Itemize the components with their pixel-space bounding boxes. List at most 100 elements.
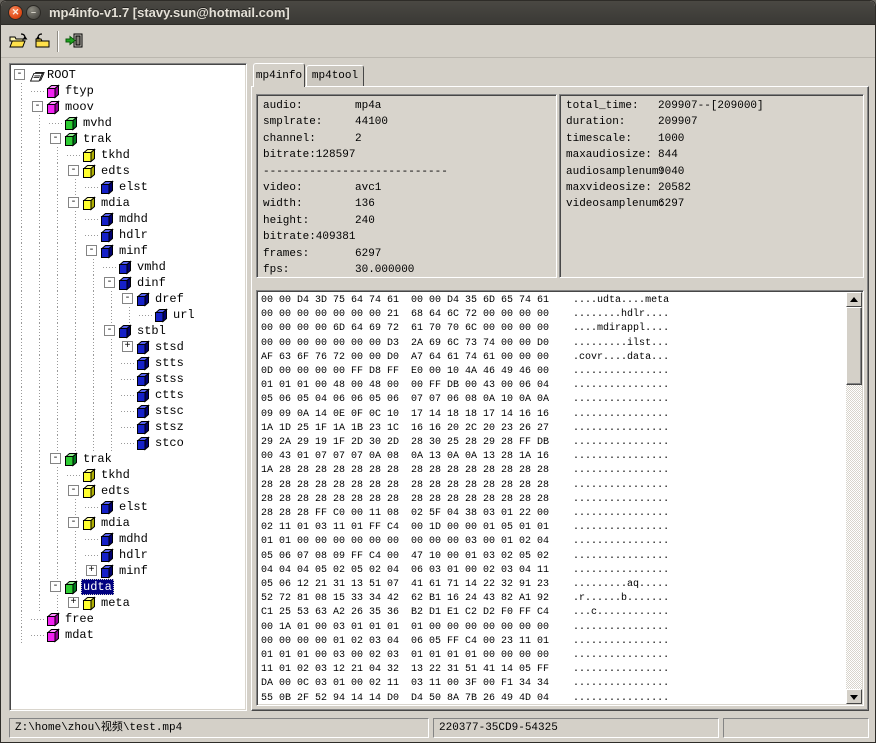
tree-item-ftyp[interactable]: ftyp — [13, 83, 246, 99]
tree-item-ctts[interactable]: ctts — [13, 387, 246, 403]
tree-item-tkhd[interactable]: tkhd — [13, 467, 246, 483]
collapse-icon[interactable]: - — [32, 101, 43, 112]
exit-button[interactable] — [63, 30, 87, 54]
hex-scrollbar[interactable] — [846, 292, 862, 704]
tree-guide-line — [31, 547, 49, 563]
tree-item-mvhd[interactable]: mvhd — [13, 115, 246, 131]
close-button[interactable]: ✕ — [8, 5, 23, 20]
tree-item-mdia[interactable]: -mdia — [13, 195, 246, 211]
tree-connector — [121, 403, 136, 419]
hex-row: 52 72 81 08 15 33 34 42 62 B1 16 24 43 8… — [261, 592, 843, 606]
tree-item-mdhd[interactable]: mdhd — [13, 531, 246, 547]
blue-box-icon — [118, 276, 135, 291]
tree-guide-line — [49, 531, 67, 547]
info-value: 6297 — [658, 196, 684, 212]
collapse-icon[interactable]: - — [68, 485, 79, 496]
tree-guide-line — [13, 451, 31, 467]
minimize-button[interactable]: – — [26, 5, 41, 20]
tree-guide-line — [103, 291, 121, 307]
tree-item-stts[interactable]: stts — [13, 355, 246, 371]
collapse-icon[interactable]: - — [104, 277, 115, 288]
collapse-icon[interactable]: - — [50, 133, 61, 144]
stream-info-row: bitrate:128597 — [263, 147, 550, 163]
tree-guide-line — [31, 275, 49, 291]
tree-item-elst[interactable]: elst — [13, 499, 246, 515]
blue-box-icon — [136, 388, 153, 403]
tree-guide-line — [31, 227, 49, 243]
collapse-icon[interactable]: - — [68, 197, 79, 208]
tree-item-ROOT[interactable]: - ROOT — [13, 67, 246, 83]
hex-row: 09 09 0A 14 0E 0F 0C 10 17 14 18 18 17 1… — [261, 408, 843, 422]
tree-item-label: mdhd — [117, 211, 150, 227]
tree-item-label: stco — [153, 435, 186, 451]
expand-icon[interactable]: + — [68, 597, 79, 608]
collapse-icon[interactable]: - — [50, 581, 61, 592]
open-file-button[interactable] — [7, 30, 31, 54]
tree-item-stbl[interactable]: -stbl — [13, 323, 246, 339]
hex-row: DA 00 0C 03 01 00 02 11 03 11 00 3F 00 F… — [261, 677, 843, 691]
tree-item-stsc[interactable]: stsc — [13, 403, 246, 419]
exit-door-icon — [65, 32, 85, 50]
scroll-up-button[interactable] — [846, 292, 862, 307]
tree-item-stss[interactable]: stss — [13, 371, 246, 387]
tree-item-label: ROOT — [45, 67, 78, 83]
scroll-down-button[interactable] — [846, 689, 862, 704]
expand-icon[interactable]: + — [86, 565, 97, 576]
tree-guide-line — [13, 339, 31, 355]
tree-item-mdat[interactable]: mdat — [13, 627, 246, 643]
tree-guide-line — [13, 243, 31, 259]
tree-item-udta[interactable]: -udta — [13, 579, 246, 595]
title-bar: ✕ – mp4info-v1.7 [stavy.sun@hotmail.com] — [1, 1, 875, 25]
tree-item-stco[interactable]: stco — [13, 435, 246, 451]
tree-item-stsz[interactable]: stsz — [13, 419, 246, 435]
tree-item-hdlr[interactable]: hdlr — [13, 547, 246, 563]
blue-box-icon — [100, 244, 117, 259]
scroll-up-icon — [850, 297, 858, 302]
collapse-icon[interactable]: - — [68, 165, 79, 176]
tree-item-minf[interactable]: -minf — [13, 243, 246, 259]
info-label: smplrate: — [263, 116, 322, 128]
stream-info-row: height:240 — [263, 213, 550, 229]
collapse-icon[interactable]: - — [86, 245, 97, 256]
expand-icon[interactable]: + — [122, 341, 133, 352]
tree-item-trak[interactable]: -trak — [13, 451, 246, 467]
tree-item-url[interactable]: url — [13, 307, 246, 323]
tree-item-dinf[interactable]: -dinf — [13, 275, 246, 291]
scroll-thumb[interactable] — [846, 307, 862, 385]
collapse-icon[interactable]: - — [68, 517, 79, 528]
collapse-icon[interactable]: - — [104, 325, 115, 336]
tree-item-hdlr[interactable]: hdlr — [13, 227, 246, 243]
tree-item-mdhd[interactable]: mdhd — [13, 211, 246, 227]
tree-guide-line — [49, 339, 67, 355]
tree-item-trak[interactable]: -trak — [13, 131, 246, 147]
tree-item-label: free — [63, 611, 96, 627]
collapse-icon[interactable]: - — [50, 453, 61, 464]
tree-guide-line — [49, 563, 67, 579]
tree-item-edts[interactable]: -edts — [13, 163, 246, 179]
info-value: 240 — [355, 213, 375, 229]
tree-item-label: stsz — [153, 419, 186, 435]
stream-info-row: width:136 — [263, 196, 550, 212]
tree-item-elst[interactable]: elst — [13, 179, 246, 195]
tree-guide-line — [13, 515, 31, 531]
tree-item-tkhd[interactable]: tkhd — [13, 147, 246, 163]
tab-mp4info[interactable]: mp4info — [253, 63, 305, 87]
tree-guide-line — [85, 259, 103, 275]
tree-item-free[interactable]: free — [13, 611, 246, 627]
open-folder-button[interactable] — [31, 30, 55, 54]
tree-item-label: meta — [99, 595, 132, 611]
tree-item-edts[interactable]: -edts — [13, 483, 246, 499]
tree-item-stsd[interactable]: +stsd — [13, 339, 246, 355]
tree-item-vmhd[interactable]: vmhd — [13, 259, 246, 275]
hex-row: 00 00 00 00 00 00 00 D3 2A 69 6C 73 74 0… — [261, 337, 843, 351]
tab-mp4tool[interactable]: mp4tool — [306, 65, 364, 86]
tree-item-dref[interactable]: -dref — [13, 291, 246, 307]
info-value: 9040 — [658, 164, 684, 180]
tree-item-label: url — [171, 307, 197, 323]
tree-item-moov[interactable]: -moov — [13, 99, 246, 115]
collapse-icon[interactable]: - — [14, 69, 25, 80]
collapse-icon[interactable]: - — [122, 293, 133, 304]
tree-item-meta[interactable]: + meta — [13, 595, 246, 611]
tree-item-minf[interactable]: +minf — [13, 563, 246, 579]
tree-item-mdia[interactable]: -mdia — [13, 515, 246, 531]
